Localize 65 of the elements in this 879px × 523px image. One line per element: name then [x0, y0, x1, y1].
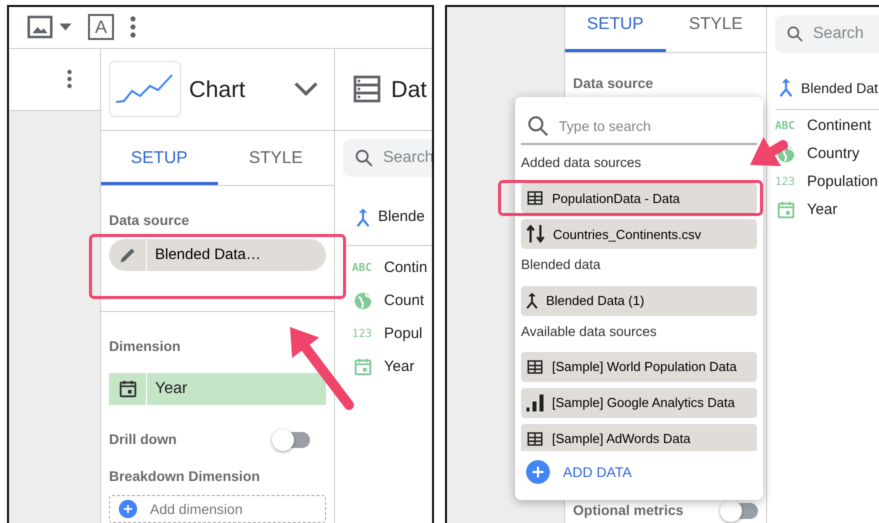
section-label: Breakdown Dimension: [109, 467, 261, 486]
tab[interactable]: STYLE: [666, 7, 766, 52]
tab[interactable]: STYLE: [218, 130, 334, 185]
calendar-icon: [352, 356, 374, 378]
more-icon: [130, 16, 136, 38]
merge-icon: [779, 78, 793, 98]
add-data-button[interactable]: ADD DATA: [525, 459, 632, 485]
chart-type-label: Chart: [189, 74, 246, 104]
more-icon: [67, 69, 72, 89]
table-icon: [526, 189, 544, 208]
field-type-label: 123: [775, 174, 796, 190]
field-name[interactable]: Count: [384, 290, 424, 312]
section-label: Optional metrics: [573, 501, 684, 520]
arrows-icon: [526, 225, 545, 244]
menu-item[interactable]: [Sample] World Population Data: [521, 352, 757, 382]
section-label: Dimension: [109, 337, 182, 356]
text-tool-button[interactable]: A: [88, 14, 114, 40]
field-name[interactable]: Continent: [807, 114, 872, 138]
toggle-switch[interactable]: [274, 432, 310, 448]
search-icon: [785, 24, 805, 44]
data-source-name[interactable]: Blende: [378, 206, 425, 229]
field-name[interactable]: Population: [807, 170, 878, 194]
dimension-chip[interactable]: Year: [109, 373, 326, 405]
table-icon: [526, 358, 544, 376]
merge-icon: [356, 208, 370, 228]
table-icon: [526, 430, 544, 448]
panel-title: Dat: [391, 74, 427, 104]
plus-icon: [525, 459, 551, 485]
field-name[interactable]: Popul: [384, 322, 422, 346]
tab[interactable]: SETUP: [101, 130, 218, 185]
menu-item[interactable]: [Sample] AdWords Data: [521, 424, 757, 451]
menu-item[interactable]: Blended Data (1): [521, 286, 757, 316]
data-source-name[interactable]: Blended Dat: [801, 78, 878, 98]
globe-icon: [775, 143, 797, 165]
add-dimension-button[interactable]: Add dimension: [109, 495, 326, 523]
search-field[interactable]: Type to search: [521, 109, 757, 145]
line-chart-icon[interactable]: [109, 61, 181, 117]
field-type-label: 123: [352, 326, 373, 342]
menu-section-heading: Blended data: [521, 256, 602, 274]
data-list-icon: [351, 73, 383, 105]
pointer-arrow: [750, 136, 788, 166]
data-source-chip[interactable]: Blended Data…: [109, 239, 326, 271]
globe-icon: [352, 290, 374, 312]
field-type-label: ABC: [775, 118, 796, 134]
bar-chart-icon: [526, 394, 544, 412]
field-name[interactable]: Contin: [384, 256, 428, 280]
chevron-down-icon: [294, 82, 318, 96]
calendar-icon: [775, 199, 797, 221]
menu-item[interactable]: [Sample] Google Analytics Data: [521, 388, 757, 418]
section-label: Drill down: [109, 430, 177, 449]
menu-section-heading: Added data sources: [521, 154, 642, 172]
toggle-switch[interactable]: [722, 502, 758, 518]
plus-icon: [118, 499, 138, 519]
menu-item[interactable]: PopulationData - Data: [521, 183, 757, 214]
menu-item[interactable]: Countries_Continents.csv: [521, 219, 757, 250]
tab[interactable]: SETUP: [565, 7, 666, 52]
section-label: Data source: [109, 211, 190, 230]
field-name[interactable]: Year: [807, 198, 838, 222]
field-type-label: ABC: [352, 260, 373, 276]
field-name[interactable]: Country: [807, 142, 860, 166]
section-label: Data source: [572, 74, 654, 92]
menu-section-heading: Available data sources: [521, 322, 658, 340]
caret-icon: [59, 23, 72, 32]
field-name[interactable]: Year: [384, 356, 414, 378]
merge-icon: [526, 292, 538, 310]
